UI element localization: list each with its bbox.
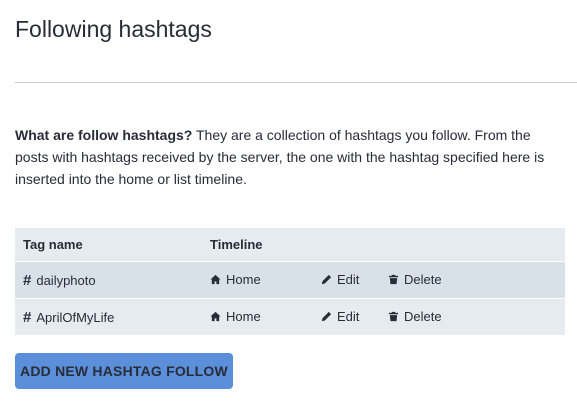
pencil-icon (321, 274, 332, 285)
timeline-name: Home (226, 309, 261, 324)
intro-lead: What are follow hashtags? (15, 127, 193, 143)
trash-icon (388, 311, 399, 322)
tag-name: dailyphoto (36, 272, 96, 288)
edit-link[interactable]: Edit (321, 309, 359, 324)
home-icon (210, 311, 221, 322)
hashtag-icon: # (23, 271, 32, 289)
delete-link[interactable]: Delete (388, 309, 442, 324)
hashtag-icon: # (23, 308, 32, 326)
page-title: Following hashtags (15, 16, 212, 42)
column-header-tag-name: Tag name (15, 228, 202, 262)
pencil-icon (321, 311, 332, 322)
intro-text: What are follow hashtags? They are a col… (15, 124, 565, 190)
tag-cell: # AprilOfMyLife (15, 298, 202, 335)
table-header-row: Tag name Timeline (15, 228, 565, 262)
table-row: # dailyphoto Home Edit Delete (15, 261, 565, 299)
tag-name: AprilOfMyLife (36, 309, 115, 325)
edit-link[interactable]: Edit (321, 272, 359, 287)
home-icon (210, 274, 221, 285)
edit-cell: Edit (313, 261, 380, 299)
add-hashtag-follow-button[interactable]: Add new hashtag follow (15, 353, 233, 389)
delete-label: Delete (404, 272, 442, 287)
delete-cell: Delete (380, 298, 565, 335)
timeline-name: Home (226, 272, 261, 287)
column-header-edit (313, 228, 380, 262)
delete-cell: Delete (380, 261, 565, 299)
edit-cell: Edit (313, 298, 380, 335)
table-row: # AprilOfMyLife Home Edit Delete (15, 298, 565, 335)
tag-cell: # dailyphoto (15, 261, 202, 299)
delete-link[interactable]: Delete (388, 272, 442, 287)
hashtag-table: Tag name Timeline # dailyphoto Home Edit… (15, 228, 565, 335)
delete-label: Delete (404, 309, 442, 324)
timeline-cell: Home (202, 261, 313, 299)
divider (15, 82, 577, 83)
trash-icon (388, 274, 399, 285)
timeline-cell: Home (202, 298, 313, 335)
column-header-timeline: Timeline (202, 228, 313, 262)
edit-label: Edit (337, 309, 360, 324)
edit-label: Edit (337, 272, 360, 287)
column-header-delete (380, 228, 565, 262)
